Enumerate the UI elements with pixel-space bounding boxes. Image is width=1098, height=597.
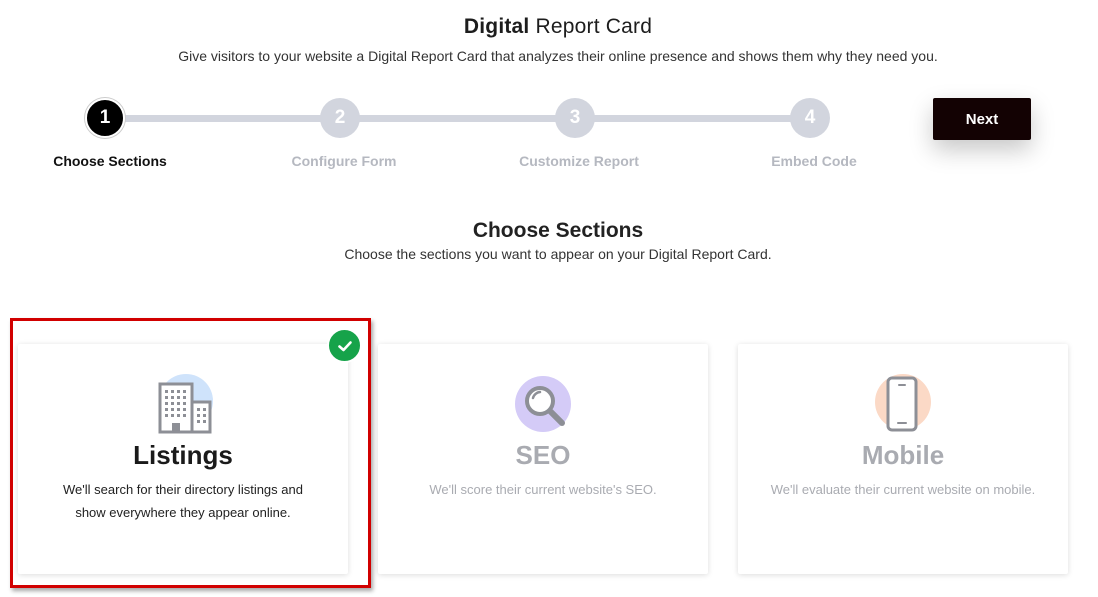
seo-card-description: We'll score their current website's SEO. [429,482,657,497]
step-2-circle[interactable]: 2 [320,98,360,138]
mobile-card-title: Mobile [861,440,945,470]
seo-card-title: SEO [515,440,571,470]
step-4-label[interactable]: Embed Code [714,153,914,169]
page-title-bold: Digital [463,15,530,38]
section-title: Choose Sections [472,219,644,242]
step-1-circle[interactable]: 1 [85,98,125,138]
step-3-circle[interactable]: 3 [555,98,595,138]
check-icon [327,328,362,363]
section-subtitle: Choose the sections you want to appear o… [344,246,772,262]
next-button[interactable]: Next [933,98,1031,140]
mobile-card-description: We'll evaluate their current website on … [770,482,1036,497]
step-3-label[interactable]: Customize Report [479,153,679,169]
page-title: Digital Report Card [0,15,1098,39]
phone-icon [873,374,933,434]
step-1-label[interactable]: Choose Sections [10,153,210,169]
magnifier-icon [513,374,573,434]
stepper-track [105,115,811,122]
mobile-card[interactable]: Mobile We'll evaluate their current webs… [738,344,1068,574]
step-4-circle[interactable]: 4 [790,98,830,138]
page-subtitle: Give visitors to your website a Digital … [178,48,938,64]
seo-card[interactable]: SEO We'll score their current website's … [378,344,708,574]
selection-highlight-frame [10,318,371,588]
step-2-label[interactable]: Configure Form [244,153,444,169]
page-title-rest: Report Card [535,15,653,38]
